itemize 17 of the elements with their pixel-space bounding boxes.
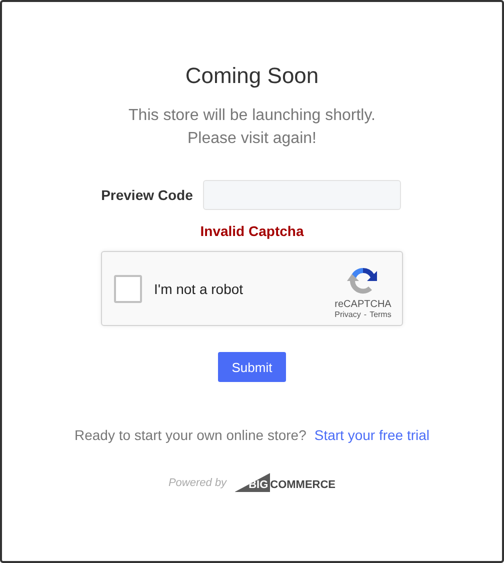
footer-prompt: Ready to start your own online store?	[74, 427, 306, 443]
captcha-brand: reCAPTCHA	[334, 298, 392, 310]
separator: -	[364, 310, 367, 318]
privacy-link[interactable]: Privacy	[334, 310, 361, 318]
submit-button[interactable]: Submit	[218, 352, 286, 382]
field-label: Preview Code	[101, 187, 193, 203]
terms-link[interactable]: Terms	[370, 310, 392, 318]
captcha-label: I'm not a robot	[154, 280, 244, 296]
error-message: Invalid Captcha	[200, 223, 304, 239]
free-trial-link[interactable]: Start your free trial	[314, 427, 430, 443]
logo-text: COMMERCE	[270, 479, 336, 492]
captcha-checkbox[interactable]	[114, 274, 142, 302]
page-heading: Coming Soon	[185, 62, 319, 90]
powered-by-label: Powered by	[168, 476, 227, 488]
message-line: Please visit again!	[186, 129, 318, 149]
preview-code-field[interactable]	[202, 180, 401, 210]
message-line: This store will be launching shortly.	[128, 106, 376, 126]
